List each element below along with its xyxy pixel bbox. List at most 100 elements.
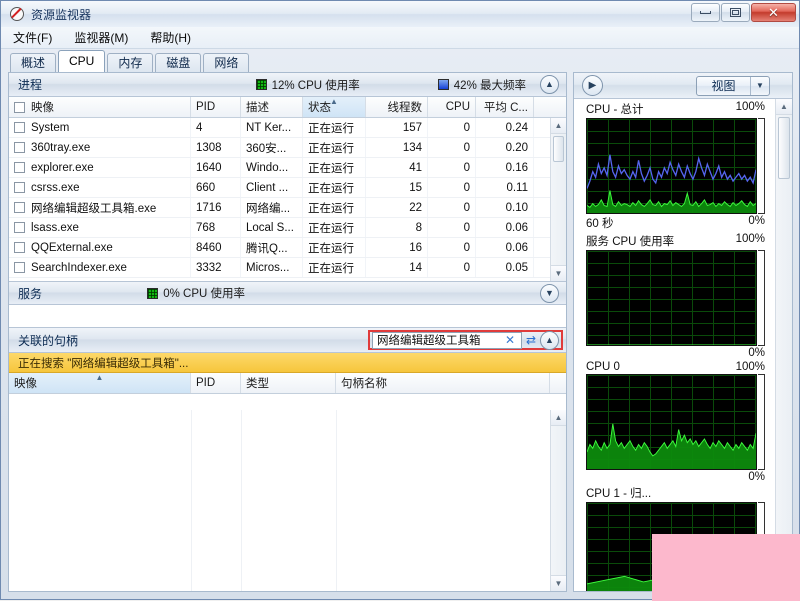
scroll-thumb[interactable] bbox=[553, 136, 564, 162]
table-row[interactable]: 网络编辑超级工具箱.exe1716网络编...正在运行2200.10 bbox=[9, 198, 566, 218]
handles-status-bar: 正在搜索 "网络编辑超级工具箱"... bbox=[9, 353, 566, 373]
maximize-icon bbox=[730, 8, 741, 17]
clear-x-icon[interactable]: ✕ bbox=[501, 334, 519, 346]
handles-scroll-down-arrow-icon[interactable]: ▼ bbox=[551, 575, 566, 591]
col-header-image[interactable]: 映像 bbox=[9, 97, 191, 117]
tab-overview[interactable]: 概述 bbox=[10, 53, 56, 72]
row-checkbox[interactable] bbox=[14, 222, 25, 233]
scroll-up-arrow-icon[interactable]: ▲ bbox=[551, 118, 566, 134]
scroll-down-arrow-icon[interactable]: ▼ bbox=[551, 265, 566, 281]
minimize-button[interactable] bbox=[691, 3, 720, 22]
col-header-threads[interactable]: 线程数 bbox=[366, 97, 428, 117]
handle-search-field[interactable]: ✕ bbox=[372, 332, 522, 349]
handles-scroll-up-arrow-icon[interactable]: ▲ bbox=[551, 410, 566, 426]
cell-cpu: 0 bbox=[428, 238, 476, 257]
tab-memory[interactable]: 内存 bbox=[107, 53, 153, 72]
cell-avg: 0.05 bbox=[476, 258, 534, 277]
col-header-cpu[interactable]: CPU bbox=[428, 97, 476, 117]
cell-image: SearchIndexer.exe bbox=[9, 258, 191, 277]
row-checkbox[interactable] bbox=[14, 142, 25, 153]
close-button[interactable]: ✕ bbox=[751, 3, 796, 22]
tab-disk[interactable]: 磁盘 bbox=[155, 53, 201, 72]
processes-scrollbar[interactable]: ▲ ▼ bbox=[550, 118, 566, 281]
handles-empty-list: ▲ ▼ bbox=[9, 410, 566, 591]
content-area: 进程 12% CPU 使用率 42% 最大频率 ▲ 映像 bbox=[8, 72, 793, 592]
cell-pid: 4 bbox=[191, 118, 241, 137]
handle-search-input[interactable] bbox=[373, 333, 501, 348]
col-header-description[interactable]: 描述 bbox=[241, 97, 303, 117]
view-chevron-down-icon: ▼ bbox=[751, 81, 769, 90]
handles-table-header: ▲ 映像 PID 类型 句柄名称 bbox=[9, 373, 566, 394]
cell-pid: 660 bbox=[191, 178, 241, 197]
services-section-header[interactable]: 服务 0% CPU 使用率 ▼ bbox=[9, 281, 566, 305]
row-checkbox[interactable] bbox=[14, 162, 25, 173]
right-pane-scrollbar[interactable]: ▲ ▼ bbox=[775, 99, 792, 591]
processes-section-header[interactable]: 进程 12% CPU 使用率 42% 最大频率 ▲ bbox=[9, 73, 566, 97]
handles-col-header-pid[interactable]: PID bbox=[191, 373, 241, 393]
table-row[interactable]: csrss.exe660Client ...正在运行1500.11 bbox=[9, 178, 566, 198]
graph-time-label: 60 秒 bbox=[586, 215, 614, 231]
row-checkbox[interactable] bbox=[14, 182, 25, 193]
cpu-usage-swatch bbox=[256, 79, 267, 90]
handles-col-header-handle-name[interactable]: 句柄名称 bbox=[336, 373, 550, 393]
window-controls: ✕ bbox=[691, 3, 796, 22]
col-header-status[interactable]: ▲ 状态 bbox=[303, 97, 366, 117]
table-row[interactable]: SearchIndexer.exe3332Micros...正在运行1400.0… bbox=[9, 258, 566, 278]
handles-col-header-type[interactable]: 类型 bbox=[241, 373, 336, 393]
cell-text: QQExternal.exe bbox=[31, 242, 113, 254]
handles-collapse-chevron-up-icon[interactable]: ▲ bbox=[540, 331, 559, 350]
processes-table-header: 映像 PID 描述 ▲ 状态 线程数 CPU 平均 C... bbox=[9, 97, 566, 118]
handle-search-box[interactable]: ✕ ⇄ ▲ bbox=[368, 330, 563, 350]
handles-scrollbar[interactable]: ▲ ▼ bbox=[550, 410, 566, 591]
cell-avg: 0.11 bbox=[476, 178, 534, 197]
cell-desc: 360安... bbox=[241, 138, 303, 157]
table-row[interactable]: QQExternal.exe8460腾讯Q...正在运行1600.06 bbox=[9, 238, 566, 258]
cell-avg: 0.20 bbox=[476, 138, 534, 157]
row-checkbox[interactable] bbox=[14, 262, 25, 273]
cell-threads: 22 bbox=[366, 198, 428, 217]
minimize-icon bbox=[700, 11, 711, 14]
menu-item-file[interactable]: 文件(F) bbox=[13, 29, 52, 46]
maximize-button[interactable] bbox=[721, 3, 750, 22]
right-pane-toolbar: ▶ 视图 ▼ bbox=[574, 73, 792, 99]
row-checkbox[interactable] bbox=[14, 202, 25, 213]
cell-cpu: 0 bbox=[428, 218, 476, 237]
services-legend: 0% CPU 使用率 bbox=[147, 285, 540, 301]
sort-ascending-icon: ▲ bbox=[330, 97, 338, 106]
table-row[interactable]: System4NT Ker...正在运行15700.24 bbox=[9, 118, 566, 138]
cell-avg: 0.06 bbox=[476, 238, 534, 257]
right-pane-collapse-chevron-right-icon[interactable]: ▶ bbox=[582, 75, 603, 96]
menu-item-monitor[interactable]: 监视器(M) bbox=[74, 29, 128, 46]
cell-threads: 8 bbox=[366, 218, 428, 237]
cell-desc: Local S... bbox=[241, 218, 303, 237]
row-checkbox[interactable] bbox=[14, 122, 25, 133]
graph-plot bbox=[586, 250, 757, 346]
handles-section-header[interactable]: 关联的句柄 ✕ ⇄ ▲ bbox=[9, 327, 566, 353]
row-checkbox[interactable] bbox=[14, 242, 25, 253]
processes-legend: 12% CPU 使用率 42% 最大频率 bbox=[256, 77, 540, 93]
table-row[interactable]: 360tray.exe1308360安...正在运行13400.20 bbox=[9, 138, 566, 158]
handles-col-header-image[interactable]: ▲ 映像 bbox=[9, 373, 191, 393]
graph-title: CPU 1 - 归... bbox=[586, 485, 651, 501]
handles-col-header-image-label: 映像 bbox=[14, 375, 37, 391]
tab-cpu[interactable]: CPU bbox=[58, 50, 105, 72]
processes-collapse-chevron-up-icon[interactable]: ▲ bbox=[540, 75, 559, 94]
right-scroll-up-arrow-icon[interactable]: ▲ bbox=[776, 99, 792, 115]
resource-monitor-icon bbox=[9, 6, 25, 22]
col-header-image-label: 映像 bbox=[31, 99, 54, 115]
select-all-checkbox[interactable] bbox=[14, 102, 25, 113]
table-row[interactable]: lsass.exe768Local S...正在运行800.06 bbox=[9, 218, 566, 238]
services-collapse-chevron-down-icon[interactable]: ▼ bbox=[540, 284, 559, 303]
menu-item-help[interactable]: 帮助(H) bbox=[150, 29, 191, 46]
col-header-pid[interactable]: PID bbox=[191, 97, 241, 117]
cell-text: csrss.exe bbox=[31, 182, 80, 194]
view-button[interactable]: 视图 ▼ bbox=[696, 76, 770, 96]
cell-pid: 1716 bbox=[191, 198, 241, 217]
right-scroll-thumb[interactable] bbox=[778, 117, 790, 179]
services-collapsed-body bbox=[9, 305, 566, 327]
tab-network[interactable]: 网络 bbox=[203, 53, 249, 72]
refresh-arrows-icon[interactable]: ⇄ bbox=[522, 332, 540, 349]
col-header-average-cpu[interactable]: 平均 C... bbox=[476, 97, 534, 117]
table-row[interactable]: explorer.exe1640Windo...正在运行4100.16 bbox=[9, 158, 566, 178]
cell-desc: 网络编... bbox=[241, 198, 303, 217]
